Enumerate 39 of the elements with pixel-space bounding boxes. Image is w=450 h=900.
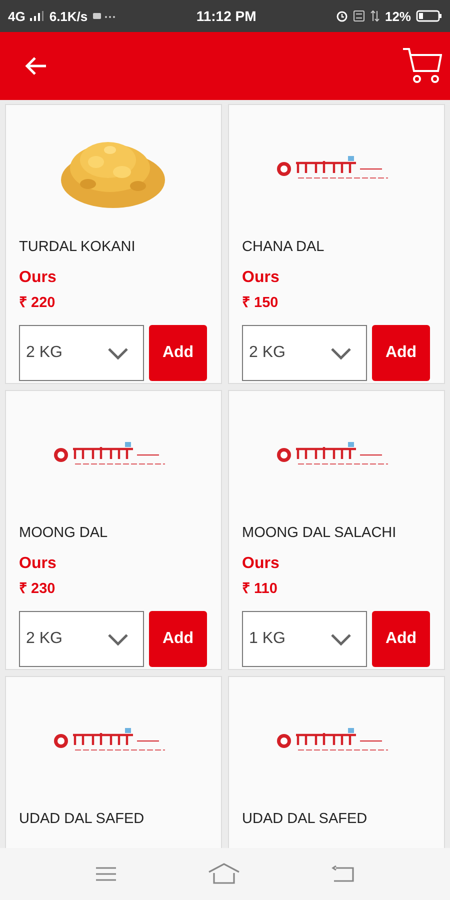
chevron-down-icon	[330, 346, 352, 360]
network-speed: 6.1K/s	[49, 8, 88, 24]
battery-icon	[416, 10, 442, 22]
menu-icon[interactable]	[95, 866, 118, 882]
back-icon[interactable]	[330, 865, 355, 883]
cart-icon[interactable]	[402, 47, 442, 85]
product-name: TURDAL KOKANI	[19, 239, 136, 255]
signal-icon	[30, 11, 44, 21]
quantity-dropdown[interactable]: 2 KG	[242, 325, 367, 381]
network-type: 4G	[8, 8, 26, 24]
home-icon[interactable]	[208, 863, 240, 885]
status-time: 11:12 PM	[196, 8, 256, 24]
quantity-dropdown[interactable]: 1 KG	[242, 611, 367, 667]
product-name: UDAD DAL SAFED	[19, 811, 146, 827]
quantity-dropdown[interactable]: 2 KG	[19, 611, 144, 667]
price-label: Ours	[242, 269, 280, 287]
add-button[interactable]: Add	[372, 325, 430, 381]
chevron-down-icon	[107, 632, 129, 646]
price-label: Ours	[242, 555, 280, 573]
product-price: ₹ 110	[242, 580, 278, 597]
product-name: MOONG DAL	[19, 525, 109, 541]
add-button[interactable]: Add	[149, 325, 207, 381]
alarm-icon	[336, 10, 348, 22]
chevron-down-icon	[330, 632, 352, 646]
quantity-dropdown[interactable]: 2 KG	[19, 325, 144, 381]
chevron-down-icon	[107, 346, 129, 360]
product-name: MOONG DAL SALACHI	[242, 525, 398, 541]
back-arrow-icon[interactable]	[24, 56, 48, 76]
add-button[interactable]: Add	[372, 611, 430, 667]
product-price: ₹ 220	[19, 294, 56, 311]
price-label: Ours	[19, 269, 58, 287]
battery-percent: 12%	[384, 8, 411, 24]
price-label: Ours	[19, 555, 58, 573]
product-price: ₹ 230	[19, 580, 56, 597]
product-name: UDAD DAL SAFED	[242, 811, 368, 827]
add-button[interactable]: Add	[149, 611, 207, 667]
product-name: CHANA DAL	[242, 239, 326, 255]
data-icon	[370, 10, 380, 22]
product-price: ₹ 150	[242, 294, 280, 311]
